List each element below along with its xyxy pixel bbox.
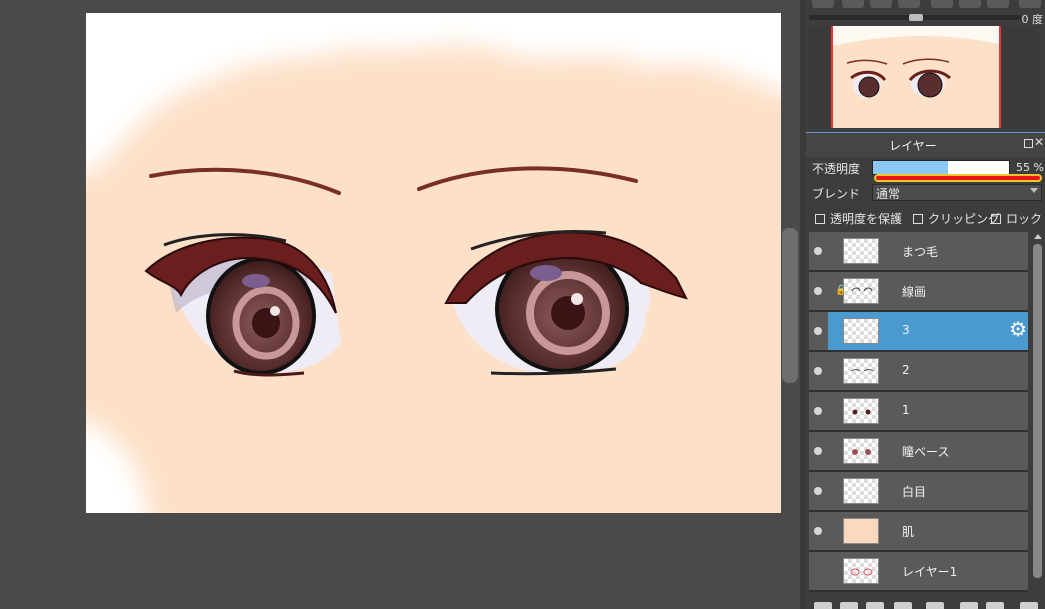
layer-name: レイヤー1 — [902, 565, 958, 579]
canvas-area[interactable] — [0, 0, 806, 609]
anime-eyes-artwork — [86, 13, 781, 513]
toolbar-button[interactable] — [931, 0, 953, 8]
close-icon[interactable]: ✕ — [1034, 135, 1044, 149]
layer-panel-header: レイヤー ✕ — [806, 132, 1045, 157]
layer-name: 白目 — [902, 485, 927, 499]
navigator-preview[interactable] — [809, 26, 1039, 128]
layer-action-button[interactable] — [960, 602, 978, 609]
visibility-eye-icon[interactable] — [814, 407, 822, 415]
layer-thumbnail — [843, 398, 879, 424]
checkbox-icon — [913, 213, 923, 224]
toolbar-button[interactable] — [1019, 0, 1041, 8]
layer-row[interactable]: レイヤー1 — [809, 552, 1028, 591]
layer-row-selected[interactable]: 3 ⚙ — [809, 312, 1028, 351]
layer-thumbnail — [843, 478, 879, 504]
toolbar-button[interactable] — [870, 0, 892, 8]
layer-name: 瞳ベース — [902, 445, 950, 459]
layer-action-button[interactable] — [986, 602, 1004, 609]
toolbar-button[interactable] — [987, 0, 1009, 8]
layer-action-bar — [806, 598, 1045, 609]
clipping-label: クリッピング — [928, 212, 1001, 226]
layer-row[interactable]: 🔒 線画 — [809, 272, 1028, 311]
checkbox-icon — [815, 213, 825, 224]
opacity-value: 55 % — [1016, 161, 1044, 174]
visibility-eye-icon[interactable] — [814, 367, 822, 375]
layer-row[interactable]: まつ毛 — [809, 232, 1028, 271]
toolbar-button[interactable] — [842, 0, 864, 8]
layer-action-button[interactable] — [866, 602, 884, 609]
layer-row[interactable]: 瞳ベース — [809, 432, 1028, 471]
layer-action-button[interactable] — [840, 602, 858, 609]
blend-mode-value: 通常 — [876, 187, 901, 201]
protect-alpha-checkbox[interactable]: 透明度を保護 — [815, 210, 902, 227]
new-layer-button[interactable] — [814, 602, 832, 609]
layer-thumbnail — [843, 358, 879, 384]
layer-action-button[interactable] — [894, 602, 912, 609]
layer-name: 3 — [902, 323, 910, 337]
visibility-eye-icon[interactable] — [814, 447, 822, 455]
visibility-eye-icon[interactable] — [814, 247, 822, 255]
layer-action-button[interactable] — [926, 602, 944, 609]
opacity-fill — [873, 161, 948, 174]
layer-thumbnail — [843, 318, 879, 344]
layer-name: 1 — [902, 403, 910, 417]
visibility-eye-icon[interactable] — [814, 487, 822, 495]
layer-panel-title: レイヤー — [889, 139, 937, 153]
rotation-slider-thumb[interactable] — [909, 14, 923, 21]
layer-row[interactable]: 2 — [809, 352, 1028, 391]
layer-thumbnail — [843, 558, 879, 584]
layer-list: まつ毛 🔒 線画 3 ⚙ 2 1 瞳ベース 白目 肌 レイヤー1 — [809, 232, 1028, 592]
navigator-thumbnail — [831, 26, 1001, 128]
layer-row[interactable]: 1 — [809, 392, 1028, 431]
rotation-slider[interactable] — [809, 14, 1021, 21]
scrollbar-thumb[interactable] — [1033, 244, 1042, 578]
toolbar-button[interactable] — [812, 0, 834, 8]
visibility-eye-icon[interactable] — [814, 527, 822, 535]
chevron-down-icon — [1030, 188, 1038, 193]
layer-action-button[interactable] — [1020, 602, 1038, 609]
toolbar-button[interactable] — [959, 0, 981, 8]
opacity-slider[interactable] — [872, 160, 1010, 175]
layer-name: 肌 — [902, 525, 915, 539]
layer-name: まつ毛 — [902, 245, 939, 259]
layer-thumbnail — [843, 278, 879, 304]
layer-thumbnail — [843, 438, 879, 464]
layer-row[interactable]: 肌 — [809, 512, 1028, 551]
layer-thumbnail — [843, 518, 879, 544]
protect-alpha-label: 透明度を保護 — [830, 212, 903, 226]
clipping-checkbox[interactable]: クリッピング — [913, 210, 1000, 227]
gear-icon[interactable]: ⚙ — [1009, 319, 1027, 339]
toolbar-button[interactable] — [898, 0, 920, 8]
blend-mode-select[interactable]: 通常 — [872, 184, 1042, 201]
popout-icon[interactable] — [1024, 139, 1033, 148]
layer-thumbnail — [843, 238, 879, 264]
canvas-vertical-scrollbar[interactable] — [782, 228, 798, 383]
checkbox-icon — [991, 213, 1001, 224]
drawing-canvas[interactable] — [86, 13, 781, 513]
opacity-label: 不透明度 — [812, 162, 861, 176]
right-panel: 0 度 レイヤー ✕ 不透明度 55 % ブレンド 通常 透明度を保護 クリッピ… — [806, 0, 1045, 609]
layer-name: 線画 — [902, 285, 927, 299]
layer-name: 2 — [902, 363, 910, 377]
layer-list-scrollbar[interactable] — [1032, 232, 1043, 592]
lock-checkbox[interactable]: ロック — [991, 210, 1042, 227]
opacity-highlight-marker — [874, 174, 1042, 182]
lock-label: ロック — [1006, 212, 1043, 226]
visibility-eye-icon[interactable] — [814, 287, 822, 295]
scroll-up-icon[interactable] — [1034, 234, 1042, 239]
visibility-eye-icon[interactable] — [814, 327, 822, 335]
rotation-value: 0 度 — [1021, 13, 1044, 26]
blend-label: ブレンド — [812, 187, 861, 201]
layer-row[interactable]: 白目 — [809, 472, 1028, 511]
